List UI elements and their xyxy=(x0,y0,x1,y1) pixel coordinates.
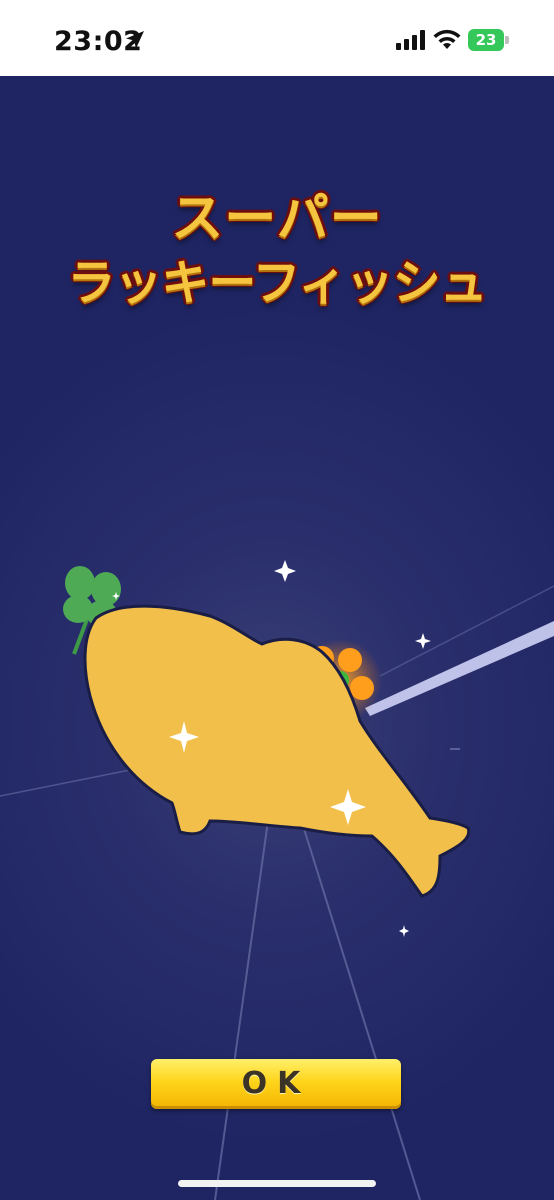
wifi-icon xyxy=(433,29,461,49)
game-area[interactable]: スーパー ラッキーフィッシュ OK xyxy=(0,76,554,1200)
lucky-fish-body xyxy=(83,604,471,898)
cellular-signal-icon xyxy=(396,30,425,50)
location-arrow-icon xyxy=(126,31,144,49)
home-indicator[interactable] xyxy=(178,1180,376,1187)
ok-button[interactable]: OK xyxy=(151,1059,401,1109)
screen: 23:02 23 スーパー ラッキーフィッシュ OK xyxy=(0,0,554,1200)
status-bar: 23:02 23 xyxy=(0,0,554,76)
battery-level: 23 xyxy=(475,31,497,49)
battery-nub xyxy=(505,36,509,44)
ok-button-label: OK xyxy=(241,1066,311,1101)
battery-body: 23 xyxy=(468,29,504,51)
fish-scene xyxy=(63,560,471,937)
battery-charging-icon: 23 xyxy=(468,29,510,53)
